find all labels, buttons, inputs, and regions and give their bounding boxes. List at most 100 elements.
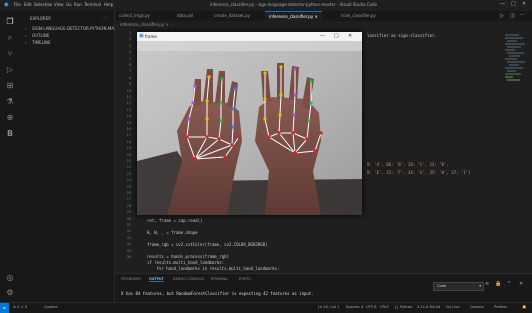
menu-terminal[interactable]: Terminal bbox=[84, 2, 101, 7]
tab-create-dataset[interactable]: create_dataset.py bbox=[210, 11, 254, 21]
tab-label: collect_imgs.py bbox=[119, 13, 150, 18]
tab-train-classifier[interactable]: train_classifier.py bbox=[337, 11, 380, 21]
chevron-down-icon: ▾ bbox=[479, 284, 481, 288]
tab-label: create_dataset.py bbox=[214, 13, 250, 18]
menu-file[interactable]: File bbox=[14, 2, 21, 7]
panel-tab-problems[interactable]: PROBLEMS bbox=[121, 277, 141, 281]
line-number: 18 bbox=[126, 139, 131, 144]
code-text-right: lassifier as sign-classifier. bbox=[367, 33, 437, 38]
frame-close-button[interactable]: ✕ bbox=[348, 33, 352, 39]
line-number: 13 bbox=[126, 107, 131, 112]
line-number: 22 bbox=[126, 165, 131, 170]
close-icon[interactable]: ✕ bbox=[522, 1, 526, 7]
line-number: 17 bbox=[126, 133, 131, 138]
line-number: 16 bbox=[126, 127, 131, 131]
minimap[interactable] bbox=[505, 33, 527, 103]
search-icon[interactable]: ⌕ bbox=[5, 33, 15, 43]
b-extension-icon[interactable]: B bbox=[5, 129, 15, 139]
output-channel-select[interactable]: Code ▾ bbox=[433, 282, 484, 291]
panel-tab-output[interactable]: OUTPUT bbox=[149, 277, 164, 282]
line-number: 32 bbox=[126, 229, 131, 234]
tab-label: data.pkl bbox=[177, 13, 194, 18]
line-number: 11 bbox=[126, 95, 131, 99]
line-number: 31 bbox=[126, 223, 131, 227]
line-number: 9 bbox=[128, 82, 131, 87]
chevron-up-icon[interactable]: ^ bbox=[507, 281, 511, 287]
indentation[interactable]: Spaces: 4 bbox=[346, 305, 363, 309]
prettier-button[interactable]: Prettier bbox=[494, 305, 507, 309]
sidebar-section-timeline[interactable]: TIMELINE bbox=[32, 40, 51, 45]
more-actions-icon[interactable]: ··· bbox=[103, 15, 107, 20]
sidebar-section-outline[interactable]: OUTLINE bbox=[32, 33, 49, 38]
encoding[interactable]: UTF-8 bbox=[366, 305, 376, 309]
extensions-icon[interactable]: ⊞ bbox=[5, 81, 15, 91]
line-number: 35 bbox=[126, 248, 131, 253]
tab-collect-imgs[interactable]: collect_imgs.py bbox=[115, 11, 154, 21]
frame-maximize-button[interactable]: □ bbox=[334, 33, 339, 39]
line-number: 7 bbox=[128, 69, 131, 74]
line-number: 12 bbox=[126, 101, 131, 106]
panel-tab-ports[interactable]: PORTS bbox=[239, 277, 251, 281]
line-number: 5 bbox=[128, 56, 131, 61]
python-interpreter[interactable]: 3.11.4 64-bit bbox=[417, 305, 440, 309]
close-tab-icon[interactable]: ✕ bbox=[315, 14, 318, 19]
panel-tab-terminal[interactable]: TERMINAL bbox=[210, 277, 228, 281]
quokka-status[interactable]: Quokka bbox=[44, 305, 58, 309]
language-mode[interactable]: {} Python bbox=[394, 305, 412, 309]
code-text-right: 0: 'E', 33: 'F', 34: 'G', 35: 'H', 37: '… bbox=[367, 170, 471, 175]
tab-inference-classifier[interactable]: inference_classifier.py ✕ bbox=[265, 11, 322, 21]
minimize-icon[interactable]: — bbox=[500, 1, 505, 7]
tab-data-pkl[interactable]: data.pkl bbox=[173, 11, 197, 21]
problems-count[interactable]: ⊗ 0 ⚠ 0 bbox=[13, 305, 27, 309]
line-number: 3 bbox=[128, 43, 131, 48]
menu-selection[interactable]: Selection bbox=[34, 2, 52, 7]
line-number: 28 bbox=[126, 203, 131, 208]
files-icon[interactable]: ❐ bbox=[5, 17, 15, 27]
maximize-icon[interactable]: □ bbox=[511, 1, 516, 7]
more-actions-icon[interactable]: ··· bbox=[520, 12, 525, 18]
panel-tab-debug-console[interactable]: DEBUG CONSOLE bbox=[173, 277, 204, 281]
line-number: 20 bbox=[126, 152, 131, 157]
menu-run[interactable]: Run bbox=[74, 2, 82, 7]
close-panel-icon[interactable]: ✕ bbox=[519, 281, 523, 287]
chevron-right-icon: › bbox=[25, 40, 27, 45]
menu-view[interactable]: View bbox=[54, 2, 64, 7]
window-app-icon: ▣ bbox=[139, 33, 144, 39]
output-channel-value: Code bbox=[437, 284, 447, 288]
line-number: 24 bbox=[126, 178, 131, 183]
clear-output-icon[interactable]: ≡ bbox=[485, 281, 489, 287]
split-editor-icon[interactable]: ◫ bbox=[510, 13, 515, 19]
account-icon[interactable]: ◎ bbox=[5, 273, 15, 283]
camera-feed-image bbox=[137, 41, 362, 215]
frame-minimize-button[interactable]: — bbox=[320, 33, 325, 39]
vscode-logo-icon: ◆ bbox=[4, 1, 9, 8]
code-line: frame_rgb = cv2.cvtColor(frame, cv2.COLO… bbox=[147, 242, 268, 247]
remote-icon[interactable]: ⊕ bbox=[5, 113, 15, 123]
lock-icon[interactable]: 🔒 bbox=[495, 281, 501, 287]
testing-icon[interactable]: ⚗ bbox=[5, 97, 15, 107]
line-number: 19 bbox=[126, 146, 131, 151]
quokka-button[interactable]: Quokka bbox=[470, 305, 484, 309]
menu-edit[interactable]: Edit bbox=[24, 2, 32, 7]
camera-frame-window[interactable]: ▣ frame — □ ✕ bbox=[137, 32, 362, 215]
go-live-button[interactable]: Go Live bbox=[446, 305, 459, 309]
settings-gear-icon[interactable]: ⚙ bbox=[5, 288, 15, 298]
cursor-position[interactable]: Ln 50, Col 1 bbox=[318, 305, 339, 309]
line-number: 27 bbox=[126, 197, 131, 202]
bottom-panel: PROBLEMS OUTPUT DEBUG CONSOLE TERMINAL P… bbox=[115, 273, 532, 303]
frame-titlebar[interactable]: ▣ frame — □ ✕ bbox=[137, 32, 362, 41]
line-ending[interactable]: CRLF bbox=[380, 305, 389, 309]
notifications-bell-icon[interactable]: 🔔 bbox=[522, 305, 526, 309]
explorer-header: EXPLORER bbox=[30, 16, 51, 21]
line-number: 10 bbox=[126, 88, 131, 93]
line-number: 34 bbox=[126, 242, 131, 247]
menu-go[interactable]: Go bbox=[66, 2, 72, 7]
run-debug-icon[interactable]: ▷ bbox=[5, 65, 15, 75]
frame-title: frame bbox=[145, 34, 157, 39]
tab-label: inference_classifier.py bbox=[269, 14, 314, 19]
run-icon[interactable]: ▷ bbox=[500, 13, 504, 19]
sidebar-section-project[interactable]: SIGN-LANGUAGE-DETECTOR-PYTHON-MA... bbox=[32, 26, 118, 31]
code-text-right: 0: 'A', 86: 'B', 28: 'C', 13: 'D', bbox=[367, 162, 449, 167]
menu-help[interactable]: Help bbox=[104, 2, 113, 7]
source-control-icon[interactable]: ⑂ bbox=[5, 49, 15, 59]
